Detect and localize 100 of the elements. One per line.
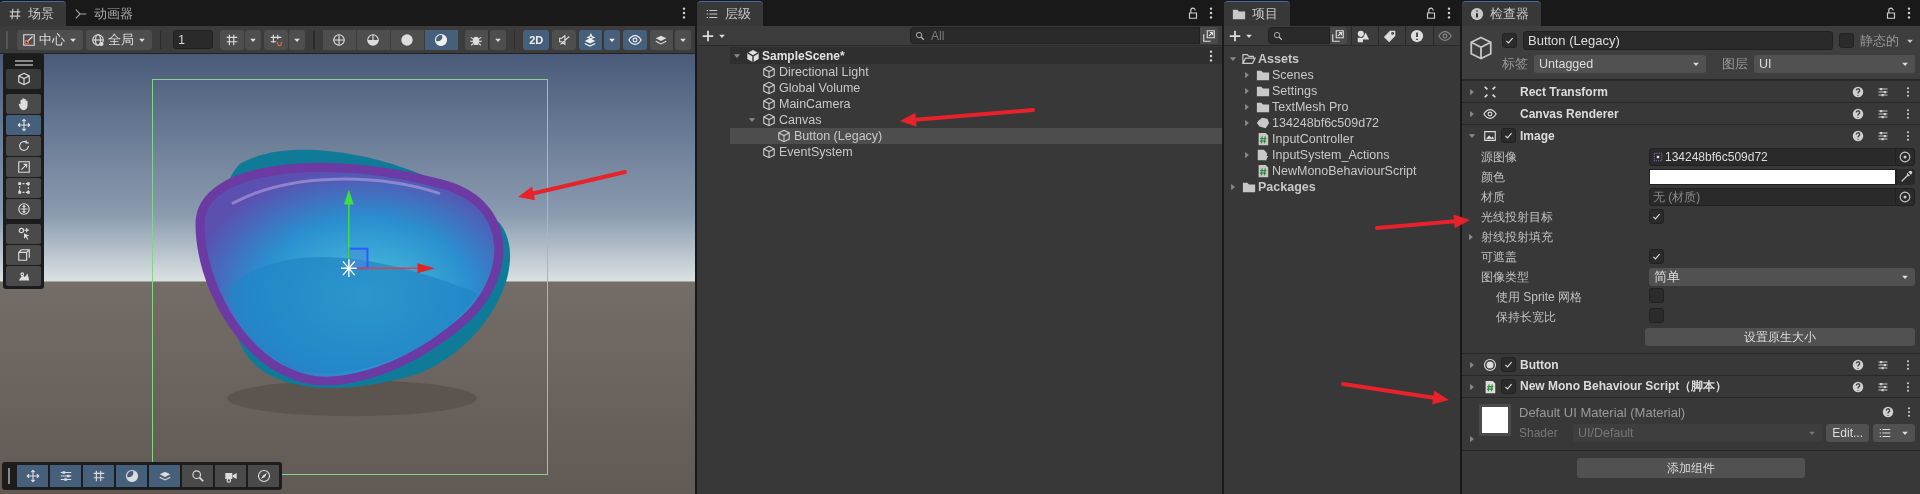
sliders-overlay-button[interactable] bbox=[50, 465, 81, 487]
active-checkbox[interactable] bbox=[1502, 33, 1517, 48]
component-header[interactable]: Button bbox=[1462, 353, 1920, 375]
hierarchy-item[interactable]: Global Volume bbox=[730, 80, 1222, 96]
component-title: Image bbox=[1520, 128, 1555, 143]
grid-snap-menu-button[interactable] bbox=[245, 29, 262, 50]
2d-mode-toggle-button[interactable]: 2D bbox=[523, 29, 549, 50]
shaded-shading-button[interactable] bbox=[390, 29, 424, 50]
grid-icon bbox=[225, 32, 240, 47]
space-dropdown[interactable]: 全局 bbox=[85, 29, 152, 50]
project-item[interactable]: InputSystem_Actions bbox=[1224, 147, 1460, 163]
box-tool-button[interactable] bbox=[6, 245, 41, 265]
hierarchy-item[interactable]: Button (Legacy) bbox=[730, 128, 1222, 144]
enabled-checkbox[interactable] bbox=[1501, 357, 1516, 372]
search-overlay-button[interactable] bbox=[182, 465, 213, 487]
panel-tab[interactable]: 动画器 bbox=[66, 1, 145, 26]
wireframe-shading-button[interactable] bbox=[322, 29, 356, 50]
component-header[interactable]: New Mono Behaviour Script（脚本） bbox=[1462, 375, 1920, 397]
hand-tool-button[interactable] bbox=[6, 94, 41, 114]
enabled-checkbox[interactable] bbox=[1501, 379, 1516, 394]
move-tool-button[interactable] bbox=[6, 115, 41, 135]
increment-snap-button[interactable] bbox=[264, 29, 289, 50]
bones-tool-button[interactable] bbox=[6, 266, 41, 286]
shaded-wireframe-shading-button[interactable] bbox=[356, 29, 390, 50]
project-item[interactable]: NewMonoBehaviourScript bbox=[1224, 163, 1460, 179]
toggle-menu-button[interactable] bbox=[674, 29, 691, 50]
pivot-dropdown[interactable]: 中心 bbox=[16, 29, 83, 50]
lock-icon bbox=[1884, 6, 1898, 20]
visibility-toggle-button[interactable] bbox=[622, 29, 647, 50]
hierarchy-item[interactable]: Directional Light bbox=[730, 64, 1222, 80]
gem-icon bbox=[1256, 116, 1270, 130]
component-header[interactable]: Rect Transform bbox=[1462, 80, 1920, 102]
search-field[interactable] bbox=[1267, 27, 1330, 44]
box-icon bbox=[16, 248, 31, 262]
compass-overlay-button[interactable] bbox=[248, 465, 279, 487]
moon-overlay-button[interactable] bbox=[116, 465, 147, 487]
sprite-icon bbox=[1653, 152, 1663, 162]
scale-tool-button[interactable] bbox=[6, 157, 41, 177]
unlit-shading-button[interactable] bbox=[424, 29, 458, 50]
color-swatch[interactable] bbox=[1649, 169, 1896, 185]
native-size-button[interactable]: 设置原生大小 bbox=[1645, 328, 1915, 346]
rotate-tool-button[interactable] bbox=[6, 136, 41, 156]
camera-overlay-button[interactable] bbox=[215, 465, 246, 487]
edit-button[interactable]: Edit... bbox=[1826, 424, 1869, 442]
project-item[interactable]: Scenes bbox=[1224, 67, 1460, 83]
object-field[interactable]: 134248bf6c509d72 bbox=[1649, 148, 1915, 166]
grid-snap-button[interactable] bbox=[220, 29, 245, 50]
image-type-dropdown[interactable]: 简单 bbox=[1649, 268, 1915, 286]
lock-icon bbox=[1424, 6, 1438, 20]
object-field[interactable]: 无 (材质) bbox=[1649, 188, 1915, 206]
static-checkbox[interactable] bbox=[1839, 33, 1854, 48]
checkbox[interactable] bbox=[1649, 249, 1664, 264]
layer-dropdown[interactable]: UI bbox=[1754, 54, 1915, 73]
layers-overlay-button[interactable] bbox=[149, 465, 180, 487]
layers-toggle-button[interactable] bbox=[649, 29, 674, 50]
project-item[interactable]: InputController bbox=[1224, 131, 1460, 147]
search-field[interactable]: All bbox=[910, 27, 1200, 44]
panel-tab[interactable]: 层级 bbox=[697, 1, 763, 26]
transform-tool-button[interactable] bbox=[6, 199, 41, 219]
plus-icon bbox=[1228, 28, 1242, 43]
audio-toggle-button[interactable] bbox=[551, 29, 576, 50]
debug-toggle-button[interactable] bbox=[464, 29, 489, 50]
panel-tab[interactable]: 检查器 bbox=[1462, 1, 1541, 26]
grid-overlay-button[interactable] bbox=[83, 465, 114, 487]
component-header[interactable]: Canvas Renderer bbox=[1462, 102, 1920, 124]
corner-marks-icon bbox=[1483, 84, 1497, 99]
toggle-menu-button[interactable] bbox=[603, 29, 620, 50]
project-item[interactable]: 134248bf6c509d72 bbox=[1224, 115, 1460, 131]
hierarchy-item[interactable]: Canvas bbox=[730, 112, 1222, 128]
project-item[interactable]: Assets bbox=[1224, 51, 1460, 67]
presets-icon bbox=[1877, 129, 1889, 142]
project-item[interactable]: TextMesh Pro bbox=[1224, 99, 1460, 115]
project-item[interactable]: Settings bbox=[1224, 83, 1460, 99]
toggle-menu-button[interactable] bbox=[489, 29, 506, 50]
name-field[interactable]: Button (Legacy) bbox=[1523, 31, 1833, 50]
checkbox[interactable] bbox=[1649, 209, 1664, 224]
field-label[interactable]: 射线投射填充 bbox=[1466, 228, 1649, 246]
panel-tab[interactable]: 项目 bbox=[1224, 1, 1290, 26]
component-header[interactable]: Image bbox=[1462, 124, 1920, 146]
hierarchy-item[interactable]: MainCamera bbox=[730, 96, 1222, 112]
rect-tool-button[interactable] bbox=[6, 178, 41, 198]
script-file-icon bbox=[1483, 379, 1497, 394]
radio-icon bbox=[1483, 357, 1497, 372]
panel-tab[interactable]: 场景 bbox=[0, 1, 66, 26]
increment-snap-menu-button[interactable] bbox=[289, 29, 306, 50]
effects-toggle-button[interactable] bbox=[578, 29, 603, 50]
layer-label: 图层 bbox=[1722, 54, 1748, 73]
scene-header[interactable]: SampleScene* bbox=[730, 47, 1222, 64]
shader-label: Shader bbox=[1519, 426, 1559, 440]
view-tool-button[interactable] bbox=[6, 69, 41, 89]
enabled-checkbox[interactable] bbox=[1501, 128, 1516, 143]
tag-dropdown[interactable]: Untagged bbox=[1534, 54, 1706, 73]
custom-tool-button[interactable] bbox=[6, 224, 41, 244]
add-component-button[interactable]: 添加组件 bbox=[1577, 458, 1805, 478]
grid-size-field[interactable]: 1 bbox=[173, 30, 214, 49]
hierarchy-item[interactable]: EventSystem bbox=[730, 144, 1222, 160]
shader-menu-button[interactable] bbox=[1873, 424, 1915, 442]
popout-button[interactable] bbox=[1200, 27, 1218, 44]
project-item[interactable]: Packages bbox=[1224, 179, 1460, 195]
move-overlay-button[interactable] bbox=[17, 465, 48, 487]
